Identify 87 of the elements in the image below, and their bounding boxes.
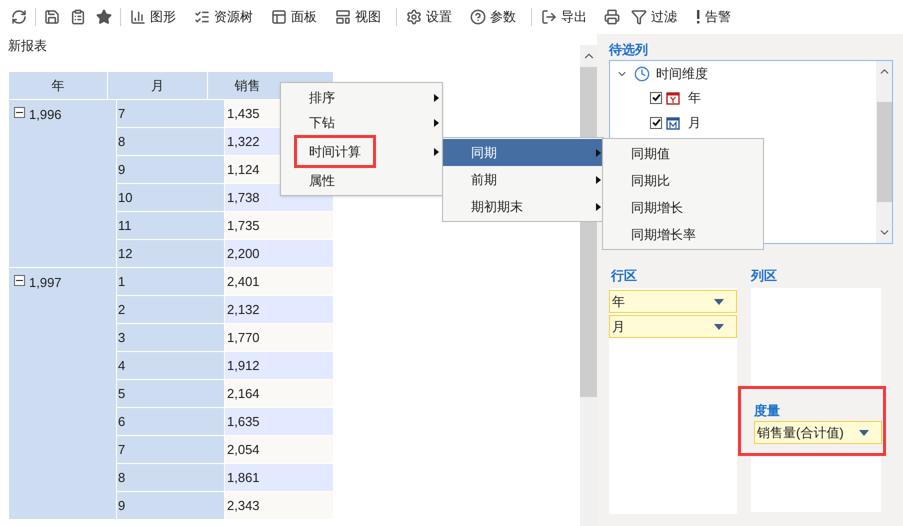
field-dropdown[interactable]: 年 — [609, 290, 737, 313]
value-cell: 2,200 — [225, 240, 333, 267]
tree-item[interactable]: 月 — [688, 112, 701, 132]
month-cell: 9 — [117, 492, 224, 519]
menu-item[interactable]: 同期值 — [603, 140, 763, 167]
value-cell: 2,164 — [225, 380, 333, 407]
month-cell: 10 — [117, 184, 224, 211]
menu-item[interactable]: 同期增长率 — [603, 221, 763, 248]
menu-item[interactable]: 前期 — [443, 166, 603, 193]
month-cell: 9 — [117, 156, 224, 183]
month-cell: 1 — [117, 268, 224, 295]
calendar-icon — [666, 116, 680, 130]
field-dropdown[interactable]: 月 — [609, 315, 737, 338]
submenu-arrow-icon — [596, 202, 601, 210]
panel-icon — [271, 9, 287, 25]
month-cell: 5 — [117, 380, 224, 407]
toolbar-button[interactable]: 设置 — [400, 5, 458, 29]
menu-item[interactable]: 同期比 — [603, 167, 763, 194]
month-cell: 12 — [117, 240, 224, 267]
value-cell: 1,635 — [225, 408, 333, 435]
column-header: 年 — [9, 72, 108, 99]
layout-icon — [335, 9, 351, 25]
month-cell: 7 — [117, 436, 224, 463]
help-icon — [470, 9, 486, 25]
refresh-icon — [11, 9, 27, 25]
dropdown-caret-icon — [714, 298, 724, 304]
column-header: 月 — [108, 72, 207, 99]
export-icon — [541, 9, 557, 25]
clock-icon — [634, 66, 650, 82]
star-icon — [96, 9, 112, 25]
scrollbar-thumb[interactable] — [876, 102, 892, 202]
checklist-icon — [194, 9, 210, 25]
month-cell: 8 — [117, 128, 224, 155]
row-header-cell: 1,997 — [9, 268, 116, 519]
value-cell: 1,735 — [225, 212, 333, 239]
value-cell: 2,054 — [225, 436, 333, 463]
value-cell: 2,401 — [225, 268, 333, 295]
row-header-cell: 1,996 — [9, 100, 116, 267]
settings-icon — [406, 9, 422, 25]
value-cell: 1,770 — [225, 324, 333, 351]
menu-item[interactable]: 同期增长 — [603, 194, 763, 221]
exclamation-icon — [695, 9, 701, 25]
clipboard-icon — [70, 9, 86, 25]
bar-chart-icon — [130, 9, 146, 25]
month-cell: 7 — [117, 100, 224, 127]
toolbar-button[interactable]: 资源树 — [188, 5, 259, 29]
zone-title: 行区 — [610, 267, 638, 285]
month-cell: 3 — [117, 324, 224, 351]
toolbar-button[interactable]: 视图 — [329, 5, 387, 29]
printer-icon — [604, 9, 620, 25]
month-cell: 4 — [117, 352, 224, 379]
toolbar-button[interactable]: 图形 — [124, 5, 182, 29]
menu-item-label: 时间计算 — [294, 135, 376, 168]
tree-scrollbar[interactable] — [876, 61, 892, 243]
panel-title: 待选列 — [609, 41, 649, 59]
toolbar-button[interactable]: 过滤 — [625, 5, 683, 29]
month-cell: 11 — [117, 212, 224, 239]
zone-title: 列区 — [751, 267, 778, 285]
dropdown-caret-icon — [714, 324, 724, 330]
value-cell: 1,861 — [225, 464, 333, 491]
tree-item[interactable]: 时间维度 — [656, 64, 708, 84]
toolbar-button[interactable]: 面板 — [265, 5, 323, 29]
value-cell: 2,132 — [225, 296, 333, 323]
value-cell: 1,912 — [225, 352, 333, 379]
tree-item[interactable]: 年 — [688, 88, 701, 108]
checkbox[interactable] — [650, 92, 662, 104]
collapse-icon[interactable] — [14, 107, 25, 118]
toolbar-button[interactable]: 告警 — [689, 5, 737, 29]
menu-item[interactable]: 同期 — [443, 139, 603, 166]
value-cell: 2,343 — [225, 492, 333, 519]
dropdown-caret-icon — [859, 430, 869, 436]
month-cell: 6 — [117, 408, 224, 435]
report-title: 新报表 — [7, 37, 48, 55]
save-icon — [44, 9, 60, 25]
field-dropdown[interactable]: 销售量(合计值) — [754, 421, 882, 444]
collapse-icon[interactable] — [14, 275, 25, 286]
month-cell: 8 — [117, 464, 224, 491]
calendar-icon — [666, 90, 680, 104]
menu-item[interactable]: 期初期末 — [443, 193, 603, 220]
toolbar-button[interactable]: 参数 — [464, 5, 522, 29]
toolbar-button[interactable]: 导出 — [535, 5, 593, 29]
month-cell: 2 — [117, 296, 224, 323]
submenu-arrow-icon — [596, 148, 601, 156]
submenu-arrow-icon — [596, 176, 601, 184]
checkbox[interactable] — [650, 116, 662, 128]
zone-title: 度量 — [754, 402, 781, 420]
filter-icon — [631, 9, 647, 25]
